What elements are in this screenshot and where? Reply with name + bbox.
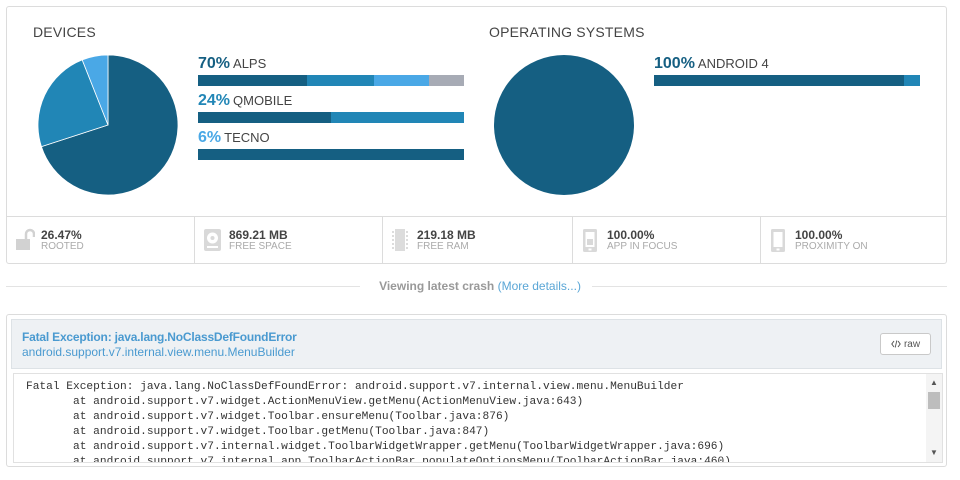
device-row-tecno[interactable]: 6% TECNO: [198, 129, 464, 161]
device-bar-segment[interactable]: [373, 75, 430, 86]
device-percent: 6%: [198, 129, 222, 146]
device-name: ALPS: [233, 56, 267, 71]
stat-free-space: 869.21 MB FREE SPACE: [195, 217, 383, 264]
stat-value: 100.00%: [795, 228, 843, 242]
os-bar-segment[interactable]: [654, 75, 905, 86]
device-bar-segment[interactable]: [429, 75, 464, 86]
os-title: OPERATING SYSTEMS: [489, 24, 645, 40]
crash-title: Fatal Exception: java.lang.NoClassDefFou…: [22, 330, 297, 344]
device-bar-segment[interactable]: [198, 75, 308, 86]
stat-label: PROXIMITY ON: [795, 241, 868, 252]
os-row-label: 100% ANDROID 4: [654, 55, 769, 73]
crash-caption: Viewing latest crash (More details...): [0, 279, 960, 293]
device-bar-segment[interactable]: [198, 149, 464, 160]
phone-focus-icon: [583, 229, 597, 252]
stack-trace-line: Fatal Exception: java.lang.NoClassDefFou…: [26, 381, 684, 393]
os-pie-chart: [494, 55, 634, 195]
os-breakdown-bar: [654, 75, 920, 86]
stack-trace-line: at android.support.v7.internal.widget.To…: [26, 441, 725, 453]
device-row-label: 24% QMOBILE: [198, 92, 292, 110]
device-percent: 24%: [198, 92, 231, 109]
stack-trace-box[interactable]: Fatal Exception: java.lang.NoClassDefFou…: [13, 373, 943, 463]
phone-proximity-icon: [771, 229, 785, 252]
scroll-thumb[interactable]: [928, 392, 940, 409]
device-bar-segment[interactable]: [198, 112, 331, 123]
crash-header: Fatal Exception: java.lang.NoClassDefFou…: [11, 319, 942, 369]
stat-rooted: 26.47% ROOTED: [7, 217, 195, 264]
ram-icon: [392, 229, 408, 251]
stat-app-in-focus: 100.00% APP IN FOCUS: [573, 217, 761, 264]
stack-trace-line: at android.support.v7.widget.Toolbar.get…: [26, 426, 490, 438]
distribution-card: DEVICES 70% ALPS 24% QMOBILE 6% TECNO OPERATI…: [6, 6, 947, 264]
device-row-label: 70% ALPS: [198, 55, 266, 73]
os-slice-android-4[interactable]: [494, 55, 634, 195]
stat-label: FREE RAM: [417, 241, 469, 252]
device-name: QMOBILE: [233, 93, 293, 108]
device-stats-bar: 26.47% ROOTED 869.21 MB FREE SPACE 219.18 MB…: [7, 216, 946, 264]
os-breakdown: 100% ANDROID 4: [654, 55, 920, 95]
device-row-label: 6% TECNO: [198, 129, 270, 147]
stack-trace-line: at android.support.v7.widget.Toolbar.ens…: [26, 411, 510, 423]
os-row-android-4[interactable]: 100% ANDROID 4: [654, 55, 920, 87]
device-row-alps[interactable]: 70% ALPS: [198, 55, 464, 87]
device-row-qmobile[interactable]: 24% QMOBILE: [198, 92, 464, 124]
os-name: ANDROID 4: [697, 56, 769, 71]
stat-value: 869.21 MB: [229, 228, 288, 242]
stat-free-ram: 219.18 MB FREE RAM: [383, 217, 573, 264]
devices-title: DEVICES: [33, 24, 96, 40]
disk-icon: [204, 229, 221, 251]
device-breakdown-bar: [198, 75, 464, 86]
unlock-icon: [16, 228, 35, 250]
scroll-down-arrow-icon[interactable]: ▼: [926, 446, 942, 460]
devices-breakdown: 70% ALPS 24% QMOBILE 6% TECNO: [198, 55, 464, 165]
raw-button[interactable]: raw: [880, 333, 931, 355]
raw-button-label: raw: [903, 338, 921, 350]
stack-trace-line: at android.support.v7.internal.app.Toolb…: [26, 456, 731, 463]
device-bar-segment[interactable]: [331, 112, 464, 123]
device-percent: 70%: [198, 55, 231, 72]
os-bar-segment[interactable]: [904, 75, 920, 86]
crash-caption-text: Viewing latest crash: [379, 279, 495, 293]
device-name: TECNO: [224, 130, 270, 145]
os-percent: 100%: [654, 55, 695, 72]
code-icon: [891, 340, 901, 348]
scroll-up-arrow-icon[interactable]: ▲: [926, 376, 942, 390]
device-breakdown-bar: [198, 112, 464, 123]
more-details-link[interactable]: (More details...): [498, 279, 581, 293]
stat-label: APP IN FOCUS: [607, 241, 678, 252]
stat-label: FREE SPACE: [229, 241, 292, 252]
crash-card: Fatal Exception: java.lang.NoClassDefFou…: [6, 314, 947, 467]
stat-value: 219.18 MB: [417, 228, 476, 242]
device-bar-segment[interactable]: [307, 75, 374, 86]
stat-value: 100.00%: [607, 228, 655, 242]
stat-proximity-on: 100.00% PROXIMITY ON: [761, 217, 946, 264]
stack-trace: Fatal Exception: java.lang.NoClassDefFou…: [26, 380, 731, 463]
crash-subtitle: android.support.v7.internal.view.menu.Me…: [22, 345, 295, 359]
devices-pie-chart: [38, 55, 178, 195]
stat-value: 26.47%: [41, 228, 82, 242]
stat-label: ROOTED: [41, 241, 84, 252]
device-breakdown-bar: [198, 149, 464, 160]
stack-trace-line: at android.support.v7.widget.ActionMenuV…: [26, 396, 584, 408]
trace-scrollbar[interactable]: ▲ ▼: [926, 374, 942, 462]
